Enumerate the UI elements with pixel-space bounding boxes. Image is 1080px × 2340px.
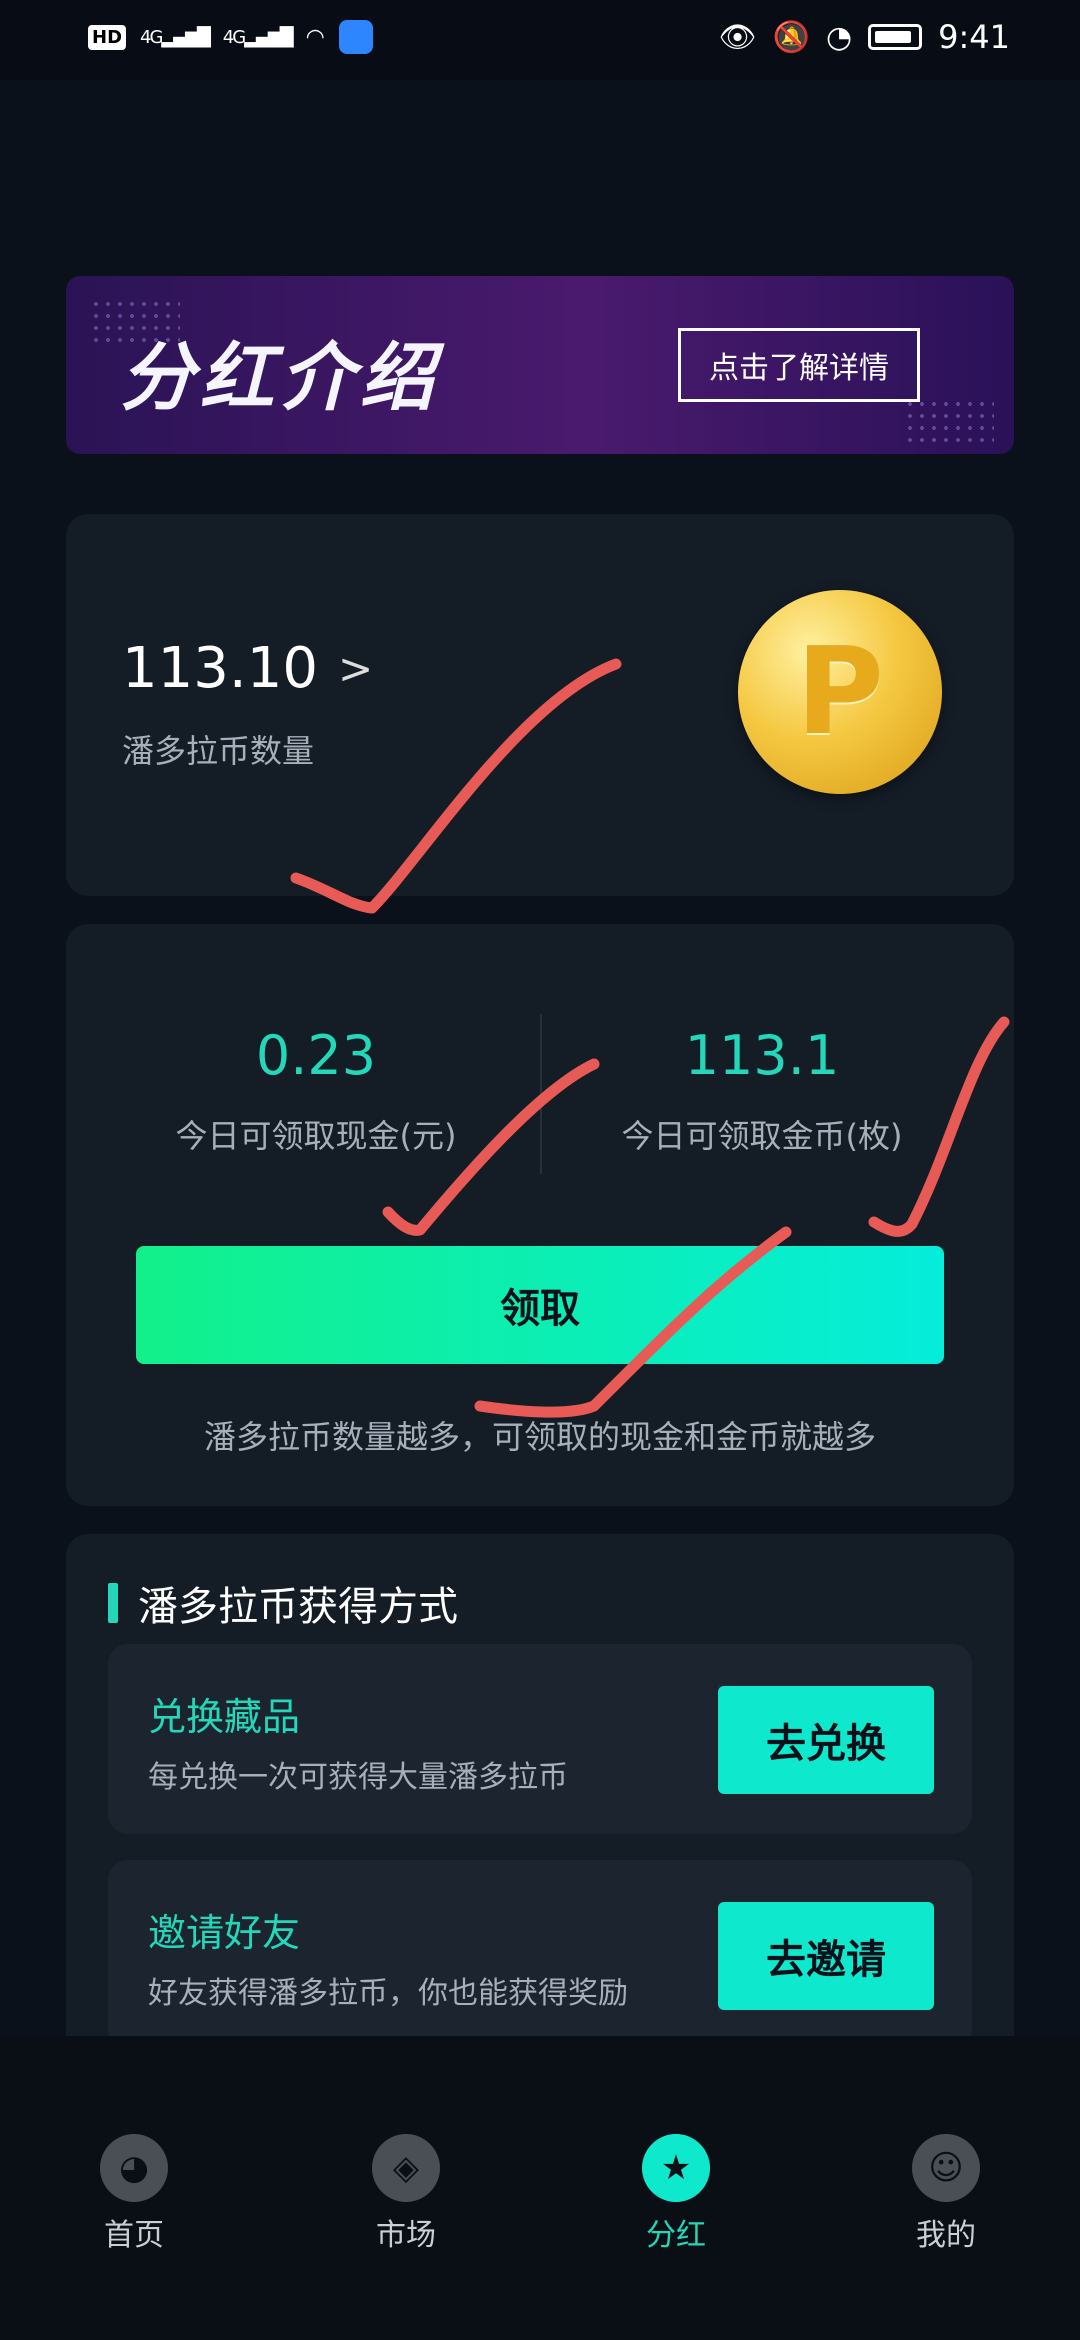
coin-letter: P [796, 622, 884, 762]
balance-card[interactable]: 113.10 > 潘多拉币数量 P [66, 514, 1014, 896]
star-medal-icon: ★ [642, 2134, 710, 2202]
divider [540, 1014, 542, 1174]
wifi-icon: ◠ [305, 24, 325, 50]
compass-icon: ◈ [372, 2134, 440, 2202]
item-desc: 好友获得潘多拉币，你也能获得奖励 [148, 1976, 628, 2011]
tab-home[interactable]: ◕ 首页 [64, 2134, 204, 2254]
dividend-intro-banner[interactable]: 分红介绍 点击了解详情 [66, 276, 1014, 454]
claim-button[interactable]: 领取 [136, 1246, 944, 1364]
status-left: HD 4G▂▄▆█ 4G▂▄▆█ ◠ [88, 20, 373, 54]
list-item: 邀请好友 好友获得潘多拉币，你也能获得奖励 去邀请 [108, 1860, 972, 2050]
tab-dividend[interactable]: ★ 分红 [606, 2134, 746, 2254]
gold-value: 113.1 [684, 1024, 840, 1087]
pandora-coin-icon: P [738, 590, 942, 794]
pacman-icon: ◕ [100, 2134, 168, 2202]
hd-badge: HD [88, 24, 127, 50]
tab-label: 我的 [916, 2218, 976, 2253]
tab-label: 首页 [104, 2218, 164, 2253]
item-title: 邀请好友 [148, 1911, 301, 1955]
status-right: 👁 🔕 ◔ 9:41 [719, 18, 1011, 56]
claim-hint: 潘多拉币数量越多，可领取的现金和金币就越多 [203, 1418, 876, 1456]
balance-label: 潘多拉币数量 [122, 732, 315, 770]
clock: 9:41 [938, 18, 1010, 56]
item-title: 兑换藏品 [148, 1695, 301, 1739]
tab-market[interactable]: ◈ 市场 [336, 2134, 476, 2254]
list-item: 兑换藏品 每兑换一次可获得大量潘多拉币 去兑换 [108, 1644, 972, 1834]
decor-dots [904, 398, 994, 448]
tab-label: 分红 [646, 2218, 706, 2253]
smile-face-icon: ☺ [912, 2134, 980, 2202]
banner-title: 分红介绍 [120, 335, 440, 421]
bottom-tab-bar: ◕ 首页 ◈ 市场 ★ 分红 ☺ 我的 [0, 2036, 1080, 2340]
exchange-button[interactable]: 去兑换 [718, 1686, 934, 1794]
signal-icon-2: 4G▂▄▆█ [222, 26, 294, 48]
cash-value: 0.23 [255, 1024, 377, 1087]
status-bar: HD 4G▂▄▆█ 4G▂▄▆█ ◠ 👁 🔕 ◔ 9:41 [0, 0, 1080, 80]
signal-icon: 4G▂▄▆█ [140, 26, 211, 48]
item-desc: 每兑换一次可获得大量潘多拉币 [148, 1760, 568, 1795]
chevron-right-icon: > [337, 644, 374, 693]
cash-stat: 0.23 今日可领取现金(元) [116, 1024, 516, 1157]
tab-mine[interactable]: ☺ 我的 [876, 2134, 1016, 2254]
gold-stat: 113.1 今日可领取金币(枚) [562, 1024, 962, 1157]
balance-value: 113.10 [122, 636, 318, 701]
balance-amount[interactable]: 113.10 > [122, 636, 373, 701]
app-notification-icon [338, 20, 373, 54]
cash-label: 今日可领取现金(元) [175, 1117, 457, 1155]
bell-off-icon: 🔕 [772, 19, 810, 55]
gold-label: 今日可领取金币(枚) [621, 1117, 903, 1155]
earn-methods-card: 潘多拉币获得方式 兑换藏品 每兑换一次可获得大量潘多拉币 去兑换 邀请好友 好友… [66, 1534, 1014, 2074]
eye-icon: 👁 [718, 19, 757, 55]
claim-card: 0.23 今日可领取现金(元) 113.1 今日可领取金币(枚) 领取 潘多拉币… [66, 924, 1014, 1506]
tab-label: 市场 [376, 2218, 436, 2253]
learn-more-button[interactable]: 点击了解详情 [678, 328, 920, 402]
section-title-text: 潘多拉币获得方式 [138, 1584, 458, 1630]
invite-button[interactable]: 去邀请 [718, 1902, 934, 2010]
battery-icon [868, 24, 923, 50]
speed-icon: ◔ [825, 19, 853, 55]
section-accent-bar [108, 1583, 118, 1623]
section-title: 潘多拉币获得方式 [108, 1574, 458, 1632]
